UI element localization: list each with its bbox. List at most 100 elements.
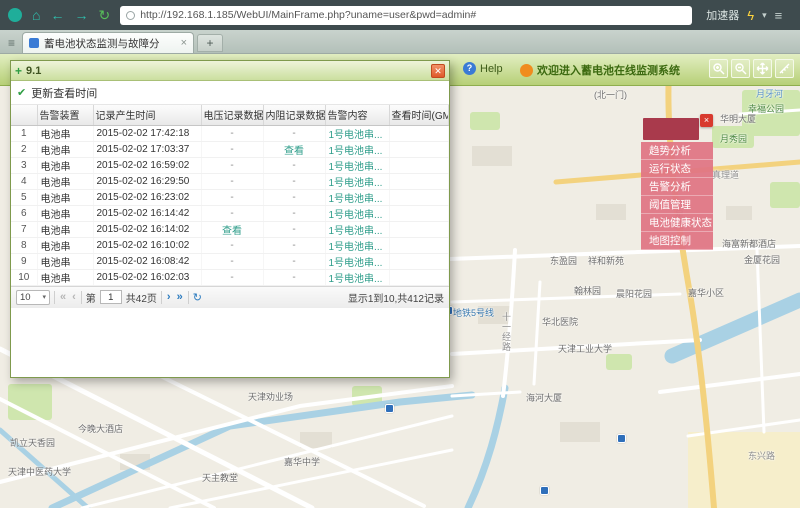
map-label: 华北医院 xyxy=(542,315,578,328)
alarm-content-link[interactable]: 1号电池串... xyxy=(329,274,383,285)
menu-item-threshold-mgmt[interactable]: 阈值管理 xyxy=(641,196,713,214)
table-row[interactable]: 10 电池串 2015-02-02 16:02:03 - - 1号电池串... xyxy=(11,269,449,285)
alarm-content-link[interactable]: 1号电池串... xyxy=(329,146,383,157)
update-view-time-button[interactable]: 更新查看时间 xyxy=(31,85,97,101)
prev-page-button[interactable]: ‹ xyxy=(71,292,77,303)
time-cell: 2015-02-02 17:42:18 xyxy=(93,125,201,141)
pan-tool-icon[interactable] xyxy=(753,59,772,78)
home-icon[interactable]: ⌂ xyxy=(32,8,40,22)
map-label: 天津工业大学 xyxy=(558,342,612,355)
table-row[interactable]: 8 电池串 2015-02-02 16:10:02 - - 1号电池串... xyxy=(11,237,449,253)
menu-item-alarm-analysis[interactable]: 告警分析 xyxy=(641,178,713,196)
alarm-content-link[interactable]: 1号电池串... xyxy=(329,130,383,141)
resistance-cell: - xyxy=(263,125,325,141)
device-cell: 电池串 xyxy=(37,253,93,269)
tab-battery-monitor[interactable]: 蓄电池状态监测与故障分 × xyxy=(22,32,194,53)
content-cell: 1号电池串... xyxy=(325,221,389,237)
voltage-cell: - xyxy=(201,269,263,285)
separator xyxy=(161,291,162,304)
chevron-down-icon[interactable]: ▾ xyxy=(762,10,767,21)
row-number-cell: 9 xyxy=(11,253,37,269)
page-number-input[interactable] xyxy=(100,290,122,304)
browser-menu-icon[interactable]: ≡ xyxy=(775,8,783,23)
tab-close-icon[interactable]: × xyxy=(181,37,187,49)
map-label: 嘉华小区 xyxy=(688,286,724,299)
back-arrow-icon[interactable]: ← xyxy=(50,8,64,22)
map-label: 东兴路 xyxy=(748,449,775,462)
map-label: 真理道 xyxy=(712,168,739,181)
table-row[interactable]: 2 电池串 2015-02-02 17:03:37 - 查看 1号电池串... xyxy=(11,141,449,157)
table-row[interactable]: 4 电池串 2015-02-02 16:29:50 - - 1号电池串... xyxy=(11,173,449,189)
table-row[interactable]: 1 电池串 2015-02-02 17:42:18 - - 1号电池串... xyxy=(11,125,449,141)
accelerator-button[interactable]: 加速器 xyxy=(706,7,739,23)
row-number-cell: 5 xyxy=(11,189,37,205)
map-label: 十一经路 xyxy=(500,312,513,352)
url-input[interactable] xyxy=(140,9,686,21)
zoom-in-tool-icon[interactable] xyxy=(709,59,728,78)
alarm-content-link[interactable]: 1号电池串... xyxy=(329,162,383,173)
alarm-table: 告警装置 记录产生时间 电压记录数据 内阻记录数据 告警内容 查看时间(GMT)… xyxy=(11,105,449,286)
menu-item-running-status[interactable]: 运行状态 xyxy=(641,160,713,178)
refresh-grid-icon[interactable]: ↻ xyxy=(193,291,202,304)
view-record-link[interactable]: 查看 xyxy=(222,226,242,237)
alarm-content-link[interactable]: 1号电池串... xyxy=(329,226,383,237)
voltage-cell: - xyxy=(201,173,263,189)
next-page-button[interactable]: › xyxy=(166,292,172,303)
row-number-cell: 6 xyxy=(11,205,37,221)
table-row[interactable]: 6 电池串 2015-02-02 16:14:42 - - 1号电池串... xyxy=(11,205,449,221)
new-tab-button[interactable]: + xyxy=(197,34,223,52)
map-label: 祥和新苑 xyxy=(588,254,624,267)
dialog-close-button[interactable]: ✕ xyxy=(431,64,445,78)
first-page-button[interactable]: « xyxy=(59,292,67,303)
col-header-view-time[interactable]: 查看时间(GMT) xyxy=(389,105,449,125)
row-number-cell: 1 xyxy=(11,125,37,141)
table-row[interactable]: 5 电池串 2015-02-02 16:23:02 - - 1号电池串... xyxy=(11,189,449,205)
col-header-content[interactable]: 告警内容 xyxy=(325,105,389,125)
browser-logo-icon[interactable] xyxy=(8,8,22,22)
alarm-content-link[interactable]: 1号电池串... xyxy=(329,242,383,253)
menu-item-trend-analysis[interactable]: 趋势分析 xyxy=(641,142,713,160)
alarm-content-link[interactable]: 1号电池串... xyxy=(329,194,383,205)
tab-favicon xyxy=(29,38,39,48)
dialog-titlebar[interactable]: + 9.1 ✕ xyxy=(11,61,449,81)
page-size-value: 10 xyxy=(20,292,31,303)
zoom-out-tool-icon[interactable] xyxy=(731,59,750,78)
view-record-link[interactable]: 查看 xyxy=(284,146,304,157)
tab-list-icon[interactable]: ≡ xyxy=(4,36,19,53)
page-label-suffix: 共42页 xyxy=(126,290,157,305)
measure-tool-icon[interactable] xyxy=(775,59,794,78)
col-header-voltage[interactable]: 电压记录数据 xyxy=(201,105,263,125)
resistance-cell: - xyxy=(263,189,325,205)
voltage-cell: - xyxy=(201,205,263,221)
menu-item-battery-health[interactable]: 电池健康状态 xyxy=(641,214,713,232)
table-row[interactable]: 3 电池串 2015-02-02 16:59:02 - - 1号电池串... xyxy=(11,157,449,173)
page-size-select[interactable]: 10 ▾ xyxy=(16,290,50,305)
separator xyxy=(188,291,189,304)
welcome-message: 欢迎进入蓄电池在线监测系统 xyxy=(520,62,680,78)
browser-chrome: ⌂ ← → ↻ 加速器 ϟ ▾ ≡ xyxy=(0,0,800,30)
alarm-content-link[interactable]: 1号电池串... xyxy=(329,178,383,189)
question-icon: ? xyxy=(463,62,476,75)
refresh-icon[interactable]: ↻ xyxy=(98,8,110,22)
page-content: (北一门) 月牙河 幸福公园 华明大厦 月秀园 真理道 红星路 海富新都酒店 金… xyxy=(0,54,800,508)
map-label: 地铁5号线 xyxy=(453,306,494,319)
address-bar[interactable] xyxy=(120,6,692,25)
table-row[interactable]: 7 电池串 2015-02-02 16:14:02 查看 - 1号电池串... xyxy=(11,221,449,237)
col-header-device[interactable]: 告警装置 xyxy=(37,105,93,125)
lightning-icon[interactable]: ϟ xyxy=(747,8,754,23)
hand-icon xyxy=(520,64,533,77)
menu-item-map-control[interactable]: 地图控制 xyxy=(641,232,713,250)
resistance-cell: - xyxy=(263,173,325,189)
help-button[interactable]: ? Help xyxy=(463,62,503,75)
row-number-cell: 2 xyxy=(11,141,37,157)
col-header-time[interactable]: 记录产生时间 xyxy=(93,105,201,125)
table-row[interactable]: 9 电池串 2015-02-02 16:08:42 - - 1号电池串... xyxy=(11,253,449,269)
popup-menu: 趋势分析 运行状态 告警分析 阈值管理 电池健康状态 地图控制 xyxy=(641,142,713,250)
popup-close-button[interactable]: × xyxy=(700,114,713,127)
alarm-content-link[interactable]: 1号电池串... xyxy=(329,210,383,221)
alarm-content-link[interactable]: 1号电池串... xyxy=(329,258,383,269)
col-header-index[interactable] xyxy=(11,105,37,125)
col-header-resistance[interactable]: 内阻记录数据 xyxy=(263,105,325,125)
last-page-button[interactable]: » xyxy=(176,292,184,303)
forward-arrow-icon[interactable]: → xyxy=(74,8,88,22)
